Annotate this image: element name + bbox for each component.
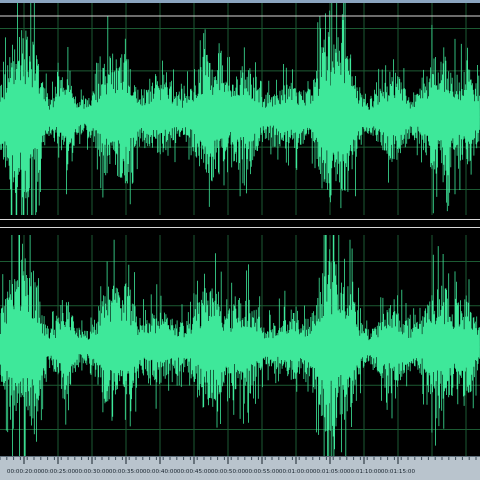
ruler-tick-label: 00:01:15:00 xyxy=(381,469,416,475)
ruler-tick-label: 00:01:05:00 xyxy=(313,469,348,475)
separator-line-bottom xyxy=(0,227,480,228)
ruler-tick-label: 00:00:40:00 xyxy=(143,469,178,475)
ruler-tick-label: 00:00:20:00 xyxy=(7,469,42,475)
waveform-right-canvas[interactable] xyxy=(0,235,480,456)
ruler-tick-label: 00:00:25:00 xyxy=(41,469,76,475)
ruler-tick-label: 00:01:10:00 xyxy=(347,469,382,475)
ruler-tick-label: 00:00:35:00 xyxy=(109,469,144,475)
timeline-ruler[interactable]: 00:00:20:00 00:00:25:00 00:00:30:00 00:00:3… xyxy=(0,456,480,480)
separator-line-top xyxy=(0,219,480,220)
waveform-channel-right[interactable] xyxy=(0,235,480,456)
waveform-left-canvas[interactable] xyxy=(0,3,480,215)
timeline-ruler-canvas[interactable]: 00:00:20:00 00:00:25:00 00:00:30:00 00:00:3… xyxy=(0,457,480,480)
ruler-tick-label: 00:00:45:00 xyxy=(177,469,212,475)
ruler-tick-label: 00:01:00:00 xyxy=(279,469,314,475)
ruler-tick-label: 00:00:50:00 xyxy=(211,469,246,475)
ruler-tick-label: 00:00:30:00 xyxy=(75,469,110,475)
channel-separator[interactable] xyxy=(0,215,480,235)
waveform-channel-left[interactable] xyxy=(0,3,480,215)
ruler-tick-label: 00:00:55:00 xyxy=(245,469,280,475)
